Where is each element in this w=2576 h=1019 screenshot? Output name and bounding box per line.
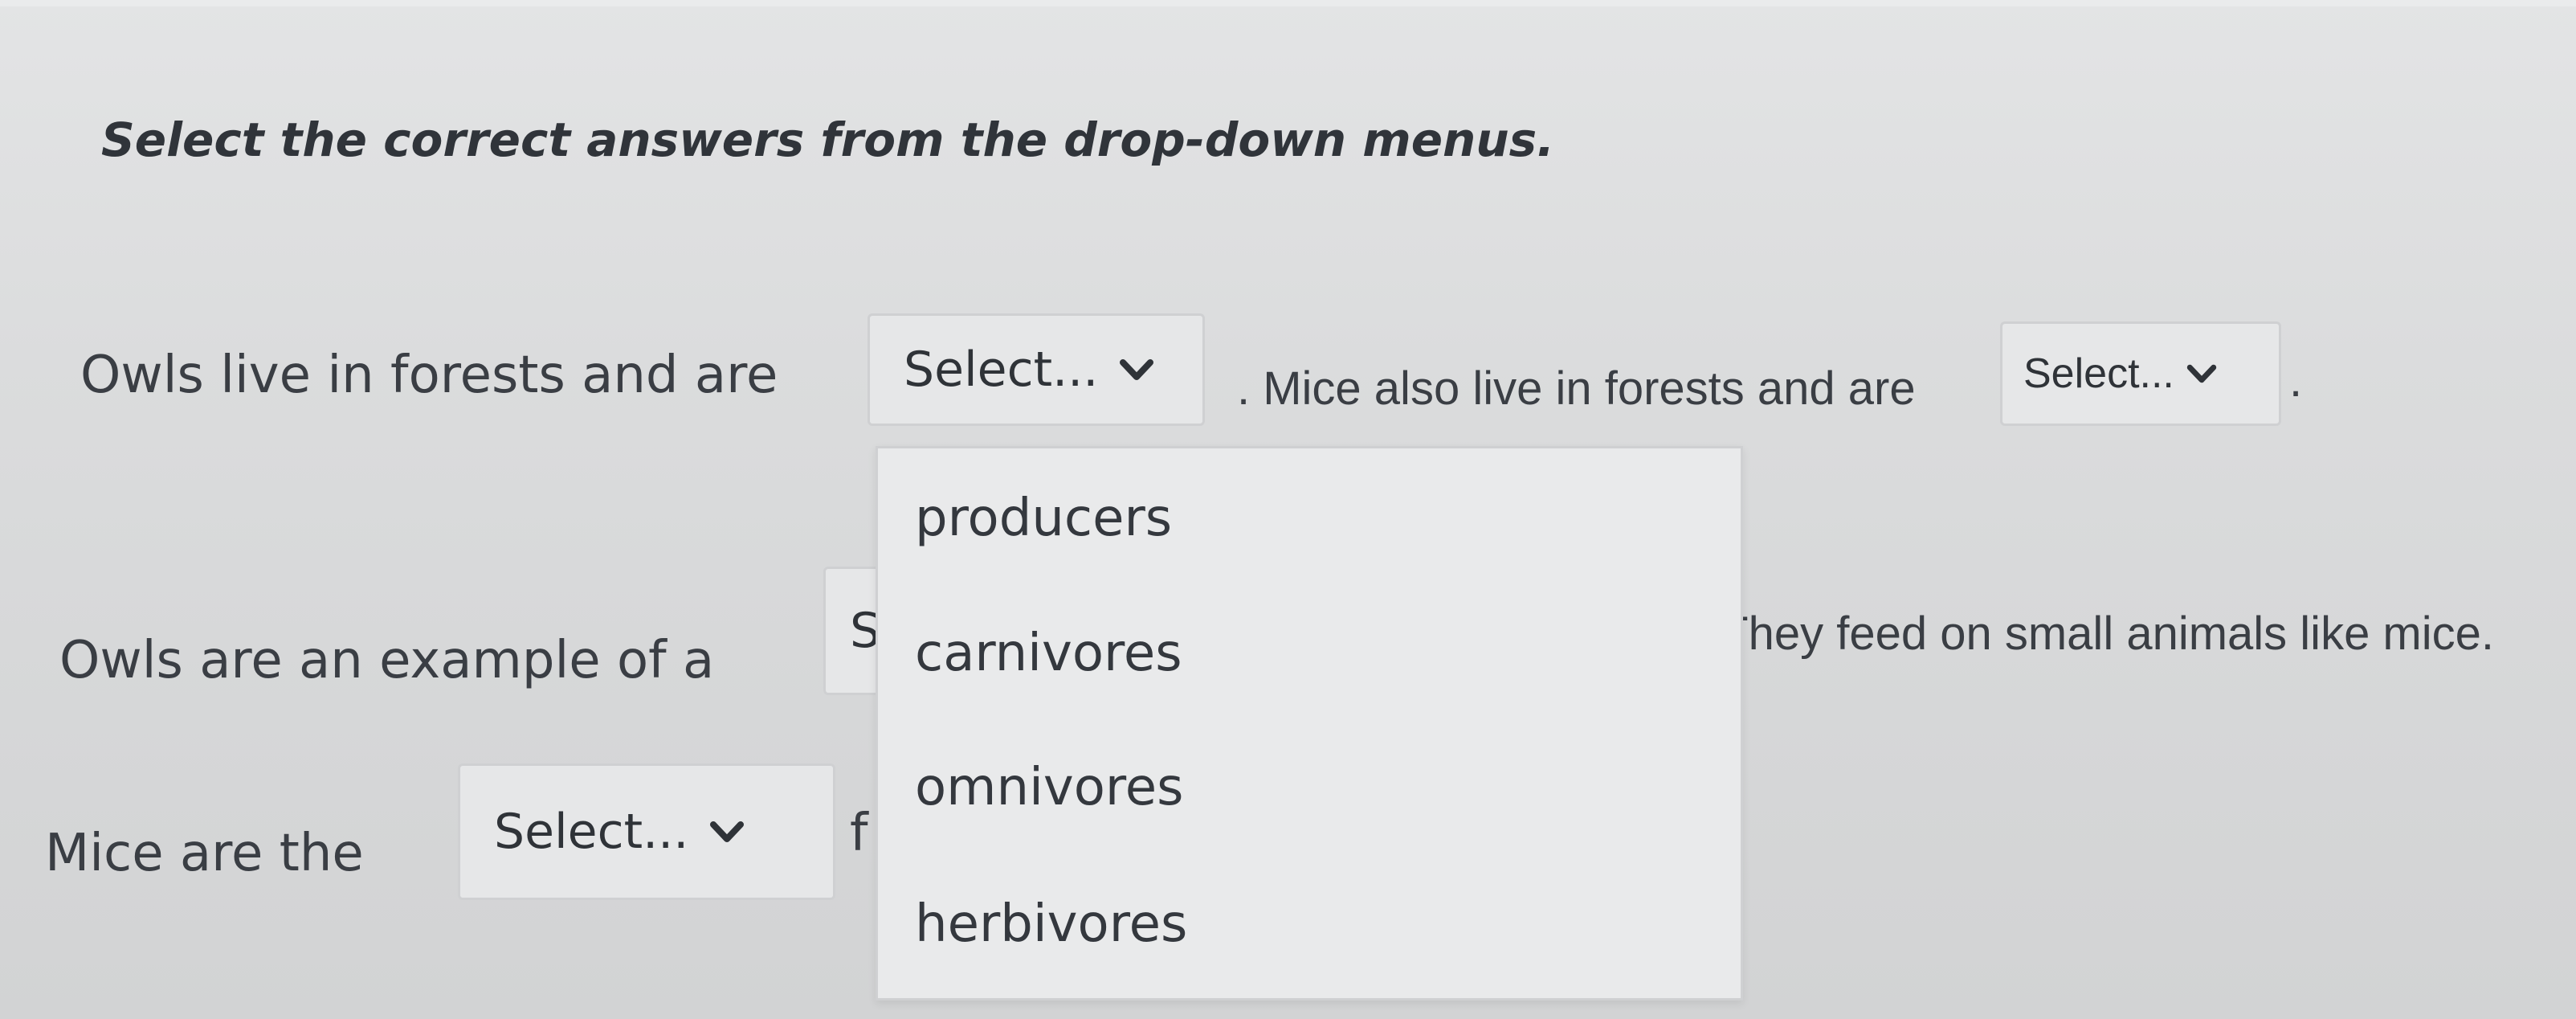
- sentence3-text-partial: f: [850, 804, 868, 863]
- dropdown-option-herbivores[interactable]: herbivores: [915, 894, 1187, 954]
- sentence2-text-part1: Owls are an example of a: [59, 631, 715, 690]
- chevron-down-icon: [1120, 359, 1154, 380]
- sentence1-select-2[interactable]: Select...: [2000, 321, 2281, 426]
- sentence1-text-part2: . Mice also live in forests and are: [1237, 362, 1916, 415]
- page-top-edge: [0, 0, 2576, 6]
- select-label: Select...: [2023, 350, 2174, 397]
- sentence2-text-part2: . They feed on small animals like mice.: [1695, 608, 2495, 660]
- select-label: Select...: [904, 342, 1099, 398]
- dropdown-menu: producers carnivores omnivores herbivore…: [876, 446, 1743, 1001]
- sentence1-text-part3: .: [2289, 354, 2303, 407]
- dropdown-option-carnivores[interactable]: carnivores: [915, 624, 1182, 683]
- dropdown-option-omnivores[interactable]: omnivores: [915, 758, 1184, 817]
- dropdown-option-producers[interactable]: producers: [915, 489, 1172, 548]
- sentence1-text-part1: Owls live in forests and are: [80, 346, 778, 405]
- sentence1-select-1[interactable]: Select...: [868, 313, 1205, 426]
- instruction-text: Select the correct answers from the drop…: [101, 113, 1555, 167]
- chevron-down-icon: [2186, 364, 2217, 383]
- sentence3-text-part1: Mice are the: [45, 824, 364, 883]
- chevron-down-icon: [710, 821, 745, 842]
- select-label: Select...: [494, 804, 689, 860]
- sentence3-select[interactable]: Select...: [458, 763, 835, 900]
